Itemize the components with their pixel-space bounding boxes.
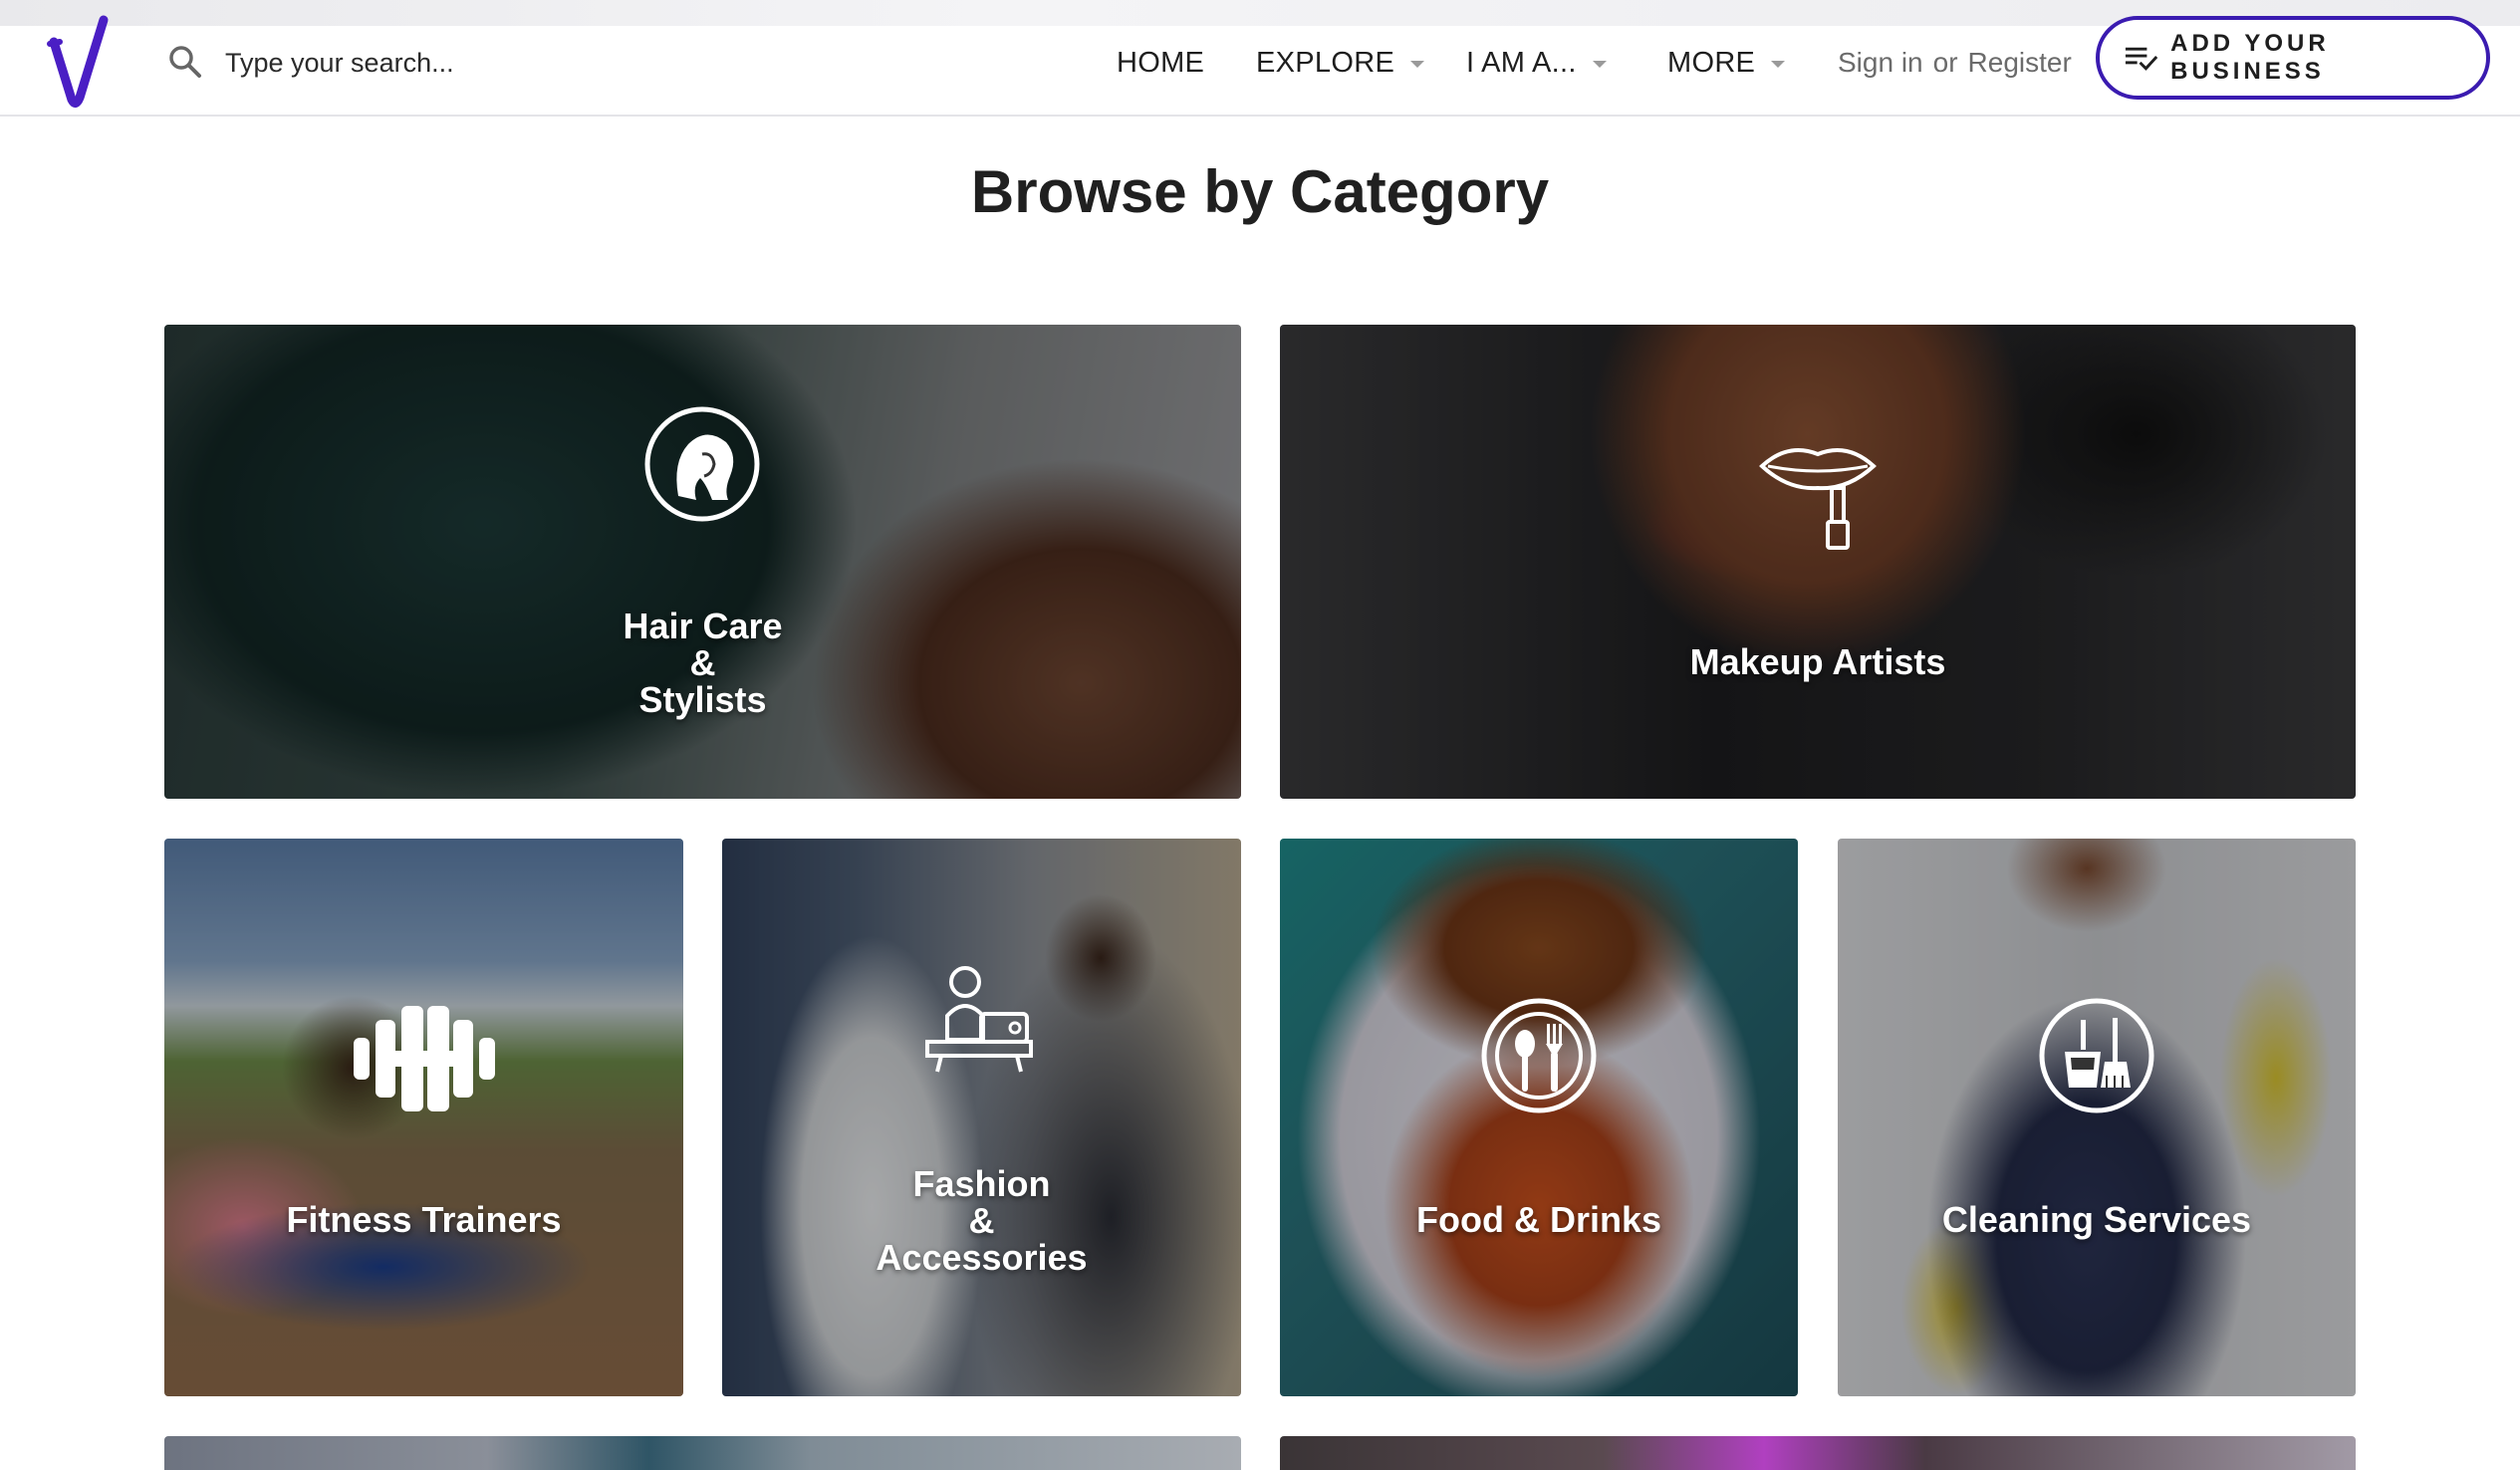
chevron-down-icon [1592, 60, 1607, 68]
add-your-business-button[interactable]: ADD YOUR BUSINESS [2096, 16, 2490, 100]
nav-i-am-a[interactable]: I AM A... [1466, 40, 1607, 86]
search-input[interactable] [225, 40, 783, 86]
nav-home-label: HOME [1117, 46, 1205, 79]
sign-in-link[interactable]: Sign in [1838, 47, 1923, 79]
category-title: Cleaning Services [1941, 1199, 2252, 1240]
register-link[interactable]: Register [1968, 47, 2072, 79]
nav-home[interactable]: HOME [1117, 40, 1204, 86]
chevron-down-icon [1771, 60, 1786, 68]
lipstick-lips-icon [1759, 448, 1877, 550]
hair-profile-icon [644, 406, 760, 522]
tailor-sewing-icon [925, 966, 1033, 1073]
page-title: Browse by Category [970, 158, 1550, 225]
category-card-partial-left[interactable] [164, 1436, 1241, 1470]
category-title: Food & Drinks [1415, 1199, 1661, 1240]
search-icon[interactable] [167, 44, 203, 80]
auth-links: Sign in or Register [1838, 40, 2072, 86]
category-card-partial-right[interactable] [1280, 1436, 2356, 1470]
auth-or-text: or [1932, 47, 1958, 78]
category-card-fitness-trainers[interactable]: Fitness Trainers [164, 839, 683, 1396]
category-card-makeup-artists[interactable]: Makeup Artists [1280, 325, 2356, 799]
category-title: Hair Care & Stylists [623, 606, 783, 720]
category-card-cleaning-services[interactable]: Cleaning Services [1838, 839, 2356, 1396]
bucket-broom-icon [2039, 998, 2154, 1113]
nav-more-label: MORE [1667, 46, 1756, 79]
plate-fork-icon [1481, 998, 1597, 1113]
playlist-add-check-icon [2125, 47, 2158, 71]
category-title: Fashion & Accessories [876, 1163, 1088, 1278]
category-card-fashion-accessories[interactable]: Fashion & Accessories [722, 839, 1241, 1396]
category-card-food-drinks[interactable]: Food & Drinks [1280, 839, 1798, 1396]
category-title: Fitness Trainers [286, 1199, 562, 1240]
chevron-down-icon [1410, 60, 1425, 68]
dumbbell-icon [354, 1006, 495, 1111]
add-your-business-label: ADD YOUR BUSINESS [2170, 30, 2330, 85]
category-card-hair-care[interactable]: Hair Care & Stylists [164, 325, 1241, 799]
nav-explore-label: EXPLORE [1256, 46, 1395, 79]
nav-i-am-a-label: I AM A... [1466, 46, 1577, 79]
nav-more[interactable]: MORE [1667, 40, 1786, 86]
top-navbar: HOME EXPLORE I AM A... MORE Sign in or R… [0, 15, 2520, 117]
brand-logo[interactable] [46, 12, 116, 112]
category-title: Makeup Artists [1689, 641, 1946, 682]
nav-explore[interactable]: EXPLORE [1256, 40, 1425, 86]
